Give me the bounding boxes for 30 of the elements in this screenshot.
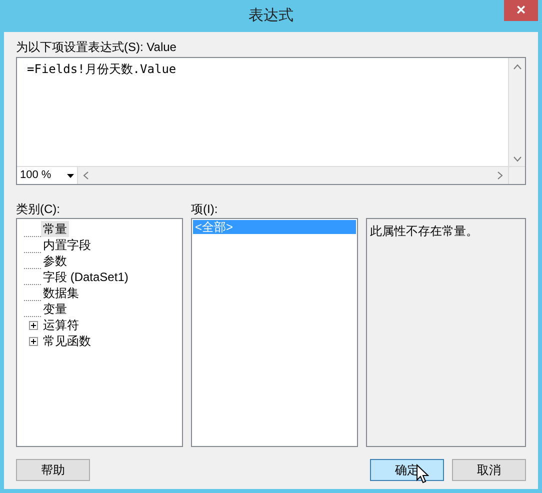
tree-item[interactable]: 常量 <box>41 221 69 237</box>
expand-icon[interactable] <box>29 336 38 346</box>
category-tree[interactable]: 常量 内置字段 参数 字段 (DataSet1) 数据集 变量 运算符 常见函数 <box>16 218 183 447</box>
scroll-up-icon[interactable] <box>512 64 522 70</box>
expression-text: =Fields!月份天数.Value <box>27 62 176 76</box>
description-text: 此属性不存在常量。 <box>370 224 478 238</box>
expand-icon[interactable] <box>29 320 38 330</box>
tree-item[interactable]: 内置字段 <box>41 237 93 253</box>
items-label: 项(I): <box>191 201 219 218</box>
expression-editor[interactable]: =Fields!月份天数.Value 100 % <box>16 57 526 185</box>
scroll-right-icon[interactable] <box>497 171 503 180</box>
category-label: 类别(C): <box>16 201 61 218</box>
tree-item[interactable]: 运算符 <box>41 317 81 333</box>
window-title: 表达式 <box>248 6 294 26</box>
tree-item[interactable]: 常见函数 <box>41 333 93 349</box>
dialog-button[interactable]: 取消 <box>452 459 526 481</box>
tree-item[interactable]: 变量 <box>41 301 69 317</box>
scroll-down-icon[interactable] <box>512 156 522 162</box>
vertical-scrollbar[interactable] <box>508 58 525 166</box>
mouse-cursor-icon <box>416 464 429 484</box>
scroll-left-icon[interactable] <box>83 171 89 180</box>
horizontal-scrollbar[interactable] <box>77 167 508 184</box>
close-button[interactable]: × <box>504 0 538 21</box>
tree-item[interactable]: 字段 (DataSet1) <box>41 269 130 285</box>
dialog-button[interactable]: 帮助 <box>16 459 90 481</box>
scrollbar-corner <box>508 167 525 184</box>
expression-label: 为以下项设置表达式(S): Value <box>16 39 178 56</box>
dropdown-caret-icon <box>67 174 74 178</box>
tree-item[interactable]: 参数 <box>41 253 69 269</box>
tree-item[interactable]: 数据集 <box>41 285 81 301</box>
